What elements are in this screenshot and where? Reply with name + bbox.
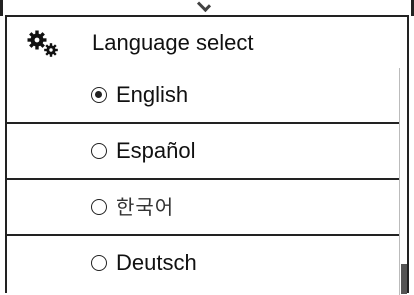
radio-unselected-icon[interactable] <box>91 143 107 159</box>
option-label: Español <box>116 138 196 163</box>
option-english[interactable]: English <box>7 68 407 124</box>
scrollbar-thumb[interactable] <box>401 264 407 294</box>
radio-selected-icon[interactable] <box>91 87 107 103</box>
language-select-panel: Language select English Español 한국어 Deut… <box>5 15 409 295</box>
radio-unselected-icon[interactable] <box>91 199 107 215</box>
gears-icon <box>27 30 58 57</box>
panel-header: Language select <box>7 17 407 70</box>
option-label: English <box>116 82 189 107</box>
radio-unselected-icon[interactable] <box>91 255 107 271</box>
option-label: 한국어 <box>116 195 175 219</box>
option-espanol[interactable]: Español <box>7 124 407 180</box>
chevron-down-icon <box>196 0 212 13</box>
option-deutsch[interactable]: Deutsch <box>7 236 407 292</box>
option-label: Deutsch <box>116 250 197 275</box>
scrollbar[interactable] <box>399 68 407 295</box>
top-edge <box>0 0 414 16</box>
window-frame: Language select English Español 한국어 Deut… <box>0 0 414 295</box>
option-korean[interactable]: 한국어 <box>7 180 407 236</box>
page-title: Language select <box>92 30 254 55</box>
